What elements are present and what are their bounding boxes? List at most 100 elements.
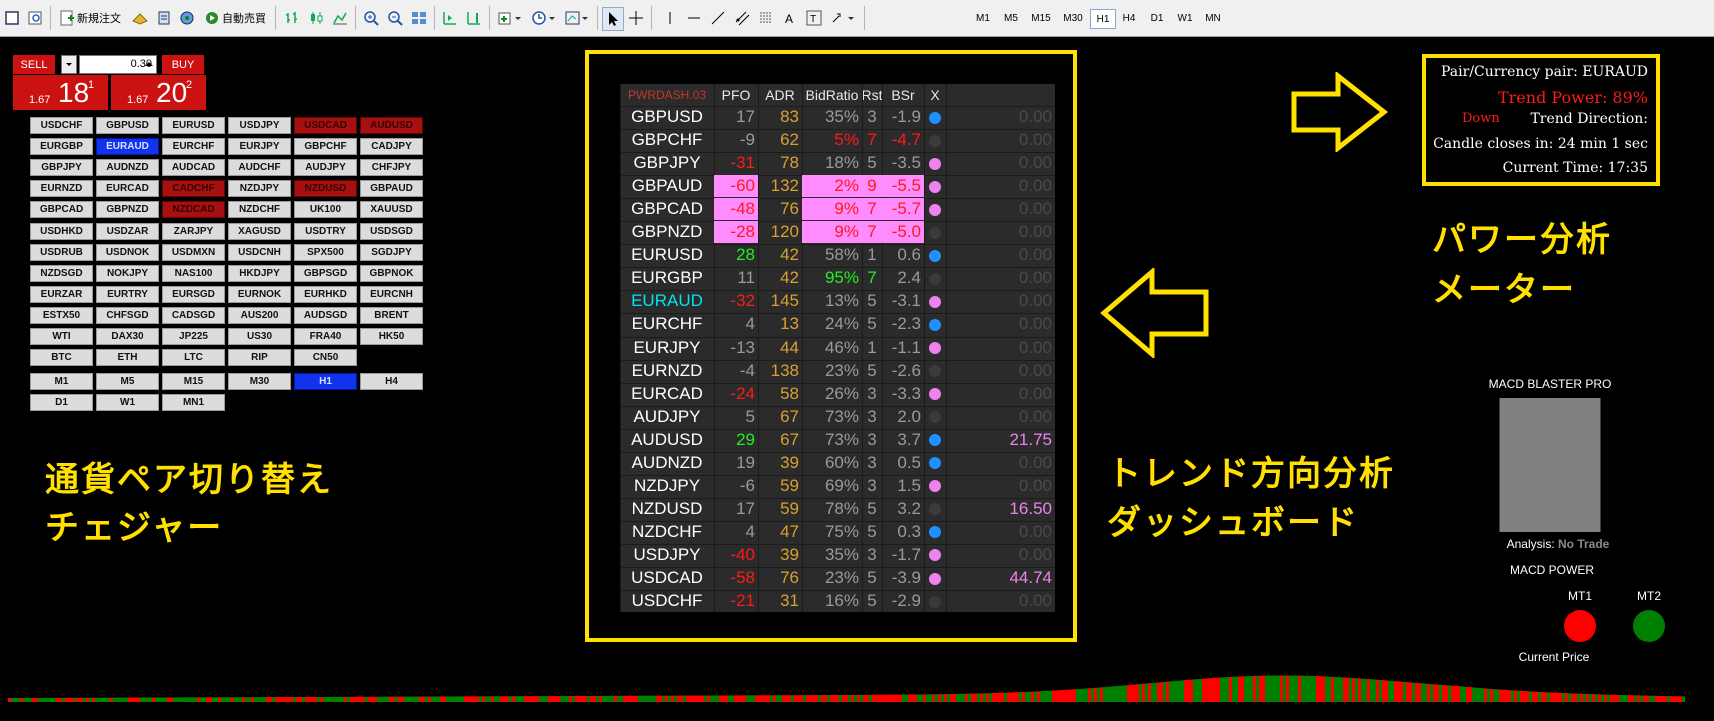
autoscroll-icon[interactable] <box>440 7 460 29</box>
pair-button-eursgd[interactable]: EURSGD <box>162 285 225 303</box>
pair-button-nas100[interactable]: NAS100 <box>162 264 225 282</box>
market-watch-icon[interactable] <box>130 7 150 29</box>
pair-button-hkdjpy[interactable]: HKDJPY <box>228 264 291 282</box>
timeframe-button-h4[interactable]: H4 <box>360 373 423 390</box>
pair-button-eth[interactable]: ETH <box>96 349 159 367</box>
channel-icon[interactable] <box>732 7 752 29</box>
pair-button-usdzar[interactable]: USDZAR <box>96 222 159 240</box>
timeframe-button-m15[interactable]: M15 <box>162 373 225 390</box>
pair-button-gbpnzd[interactable]: GBPNZD <box>96 201 159 219</box>
pair-button-gbpusd[interactable]: GBPUSD <box>96 117 159 134</box>
pair-button-fra40[interactable]: FRA40 <box>294 328 357 345</box>
pair-button-sgdjpy[interactable]: SGDJPY <box>360 243 423 261</box>
indicators-icon[interactable] <box>495 7 525 29</box>
pair-button-gbpcad[interactable]: GBPCAD <box>30 201 93 219</box>
timeframe-button-d1[interactable]: D1 <box>30 394 93 411</box>
timeframe-button-h1[interactable]: H1 <box>294 373 357 390</box>
pair-button-audusd[interactable]: AUDUSD <box>360 117 423 134</box>
vertical-line-icon[interactable] <box>660 7 680 29</box>
timeframe-button-m30[interactable]: M30 <box>228 373 291 390</box>
pair-button-usdmxn[interactable]: USDMXN <box>162 243 225 261</box>
toolbar-timeframe-m15[interactable]: M15 <box>1026 9 1056 27</box>
timeframe-button-w1[interactable]: W1 <box>96 394 159 411</box>
pair-button-audsgd[interactable]: AUDSGD <box>294 306 357 324</box>
timeframe-button-m1[interactable]: M1 <box>30 373 93 390</box>
pair-button-gbpchf[interactable]: GBPCHF <box>294 138 357 156</box>
toolbar-timeframe-mn[interactable]: MN <box>1200 9 1226 27</box>
pair-button-usdhkd[interactable]: USDHKD <box>30 222 93 240</box>
crosshair-icon[interactable] <box>626 7 646 29</box>
pair-button-usdnok[interactable]: USDNOK <box>96 243 159 261</box>
toolbar-timeframe-m5[interactable]: M5 <box>998 9 1024 27</box>
pair-button-eurnzd[interactable]: EURNZD <box>30 180 93 198</box>
pair-button-eurusd[interactable]: EURUSD <box>162 117 225 134</box>
toolbar-timeframe-w1[interactable]: W1 <box>1172 9 1198 27</box>
pair-button-nzdjpy[interactable]: NZDJPY <box>228 180 291 198</box>
pair-button-gbpsgd[interactable]: GBPSGD <box>294 264 357 282</box>
pair-button-usdjpy[interactable]: USDJPY <box>228 117 291 134</box>
pair-button-eurtry[interactable]: EURTRY <box>96 285 159 303</box>
pair-button-uk100[interactable]: UK100 <box>294 201 357 219</box>
horizontal-line-icon[interactable] <box>684 7 704 29</box>
pair-button-eurchf[interactable]: EURCHF <box>162 138 225 156</box>
pair-button-nzdcad[interactable]: NZDCAD <box>162 201 225 219</box>
pair-button-gbpjpy[interactable]: GBPJPY <box>30 159 93 177</box>
pair-button-cn50[interactable]: CN50 <box>294 349 357 367</box>
pair-button-eurcad[interactable]: EURCAD <box>96 180 159 198</box>
pair-button-xauusd[interactable]: XAUUSD <box>360 201 423 219</box>
toolbar-timeframe-m30[interactable]: M30 <box>1058 9 1088 27</box>
pair-button-gbpaud[interactable]: GBPAUD <box>360 180 423 198</box>
sell-price-button[interactable]: 1.67 18 1 <box>13 75 108 110</box>
toolbar-timeframe-d1[interactable]: D1 <box>1144 9 1170 27</box>
toolbar-timeframe-h1[interactable]: H1 <box>1090 9 1116 29</box>
pair-button-audjpy[interactable]: AUDJPY <box>294 159 357 177</box>
pair-button-eurnok[interactable]: EURNOK <box>228 285 291 303</box>
candle-chart-icon[interactable] <box>306 7 326 29</box>
pair-button-eurjpy[interactable]: EURJPY <box>228 138 291 156</box>
zoom-out-icon[interactable] <box>385 7 405 29</box>
pair-button-chfjpy[interactable]: CHFJPY <box>360 159 423 177</box>
pair-button-nzdusd[interactable]: NZDUSD <box>294 180 357 198</box>
pair-button-cadchf[interactable]: CADCHF <box>162 180 225 198</box>
pair-button-gbpnok[interactable]: GBPNOK <box>360 264 423 282</box>
pair-button-cadsgd[interactable]: CADSGD <box>162 306 225 324</box>
pair-button-wti[interactable]: WTI <box>30 328 93 345</box>
pair-button-audchf[interactable]: AUDCHF <box>228 159 291 177</box>
lot-up-button[interactable] <box>141 55 157 74</box>
timeframe-button-m5[interactable]: M5 <box>96 373 159 390</box>
pair-button-euraud[interactable]: EURAUD <box>96 138 159 156</box>
pair-button-hk50[interactable]: HK50 <box>360 328 423 345</box>
profile-zoom-icon[interactable] <box>26 7 46 29</box>
text-icon[interactable]: A <box>780 7 800 29</box>
pair-button-brent[interactable]: BRENT <box>360 306 423 324</box>
tile-windows-icon[interactable] <box>409 7 429 29</box>
pair-button-eurgbp[interactable]: EURGBP <box>30 138 93 156</box>
sell-button[interactable]: SELL <box>13 55 55 74</box>
pair-button-spx500[interactable]: SPX500 <box>294 243 357 261</box>
pair-button-eurcnh[interactable]: EURCNH <box>360 285 423 303</box>
window-icon[interactable] <box>2 7 22 29</box>
cursor-icon[interactable] <box>602 7 624 31</box>
chart-shift-icon[interactable] <box>464 7 484 29</box>
auto-trade-button[interactable]: 自動売買 <box>200 7 270 29</box>
buy-price-button[interactable]: 1.67 20 2 <box>111 75 206 110</box>
signals-icon[interactable] <box>177 7 197 29</box>
pair-button-usdcnh[interactable]: USDCNH <box>228 243 291 261</box>
trendline-icon[interactable] <box>708 7 728 29</box>
pair-button-jp225[interactable]: JP225 <box>162 328 225 345</box>
pair-button-audnzd[interactable]: AUDNZD <box>96 159 159 177</box>
pair-button-nzdchf[interactable]: NZDCHF <box>228 201 291 219</box>
templates-icon[interactable] <box>562 7 592 29</box>
toolbar-timeframe-m1[interactable]: M1 <box>970 9 996 27</box>
pair-button-usdcad[interactable]: USDCAD <box>294 117 357 134</box>
bar-chart-icon[interactable] <box>282 7 302 29</box>
buy-button[interactable]: BUY <box>162 55 204 74</box>
pair-button-audcad[interactable]: AUDCAD <box>162 159 225 177</box>
arrows-icon[interactable] <box>828 7 858 29</box>
toolbar-timeframe-h4[interactable]: H4 <box>1116 9 1142 27</box>
pair-button-eurzar[interactable]: EURZAR <box>30 285 93 303</box>
pair-button-xagusd[interactable]: XAGUSD <box>228 222 291 240</box>
pair-button-estx50[interactable]: ESTX50 <box>30 306 93 324</box>
periods-icon[interactable] <box>529 7 559 29</box>
pair-button-usdtry[interactable]: USDTRY <box>294 222 357 240</box>
